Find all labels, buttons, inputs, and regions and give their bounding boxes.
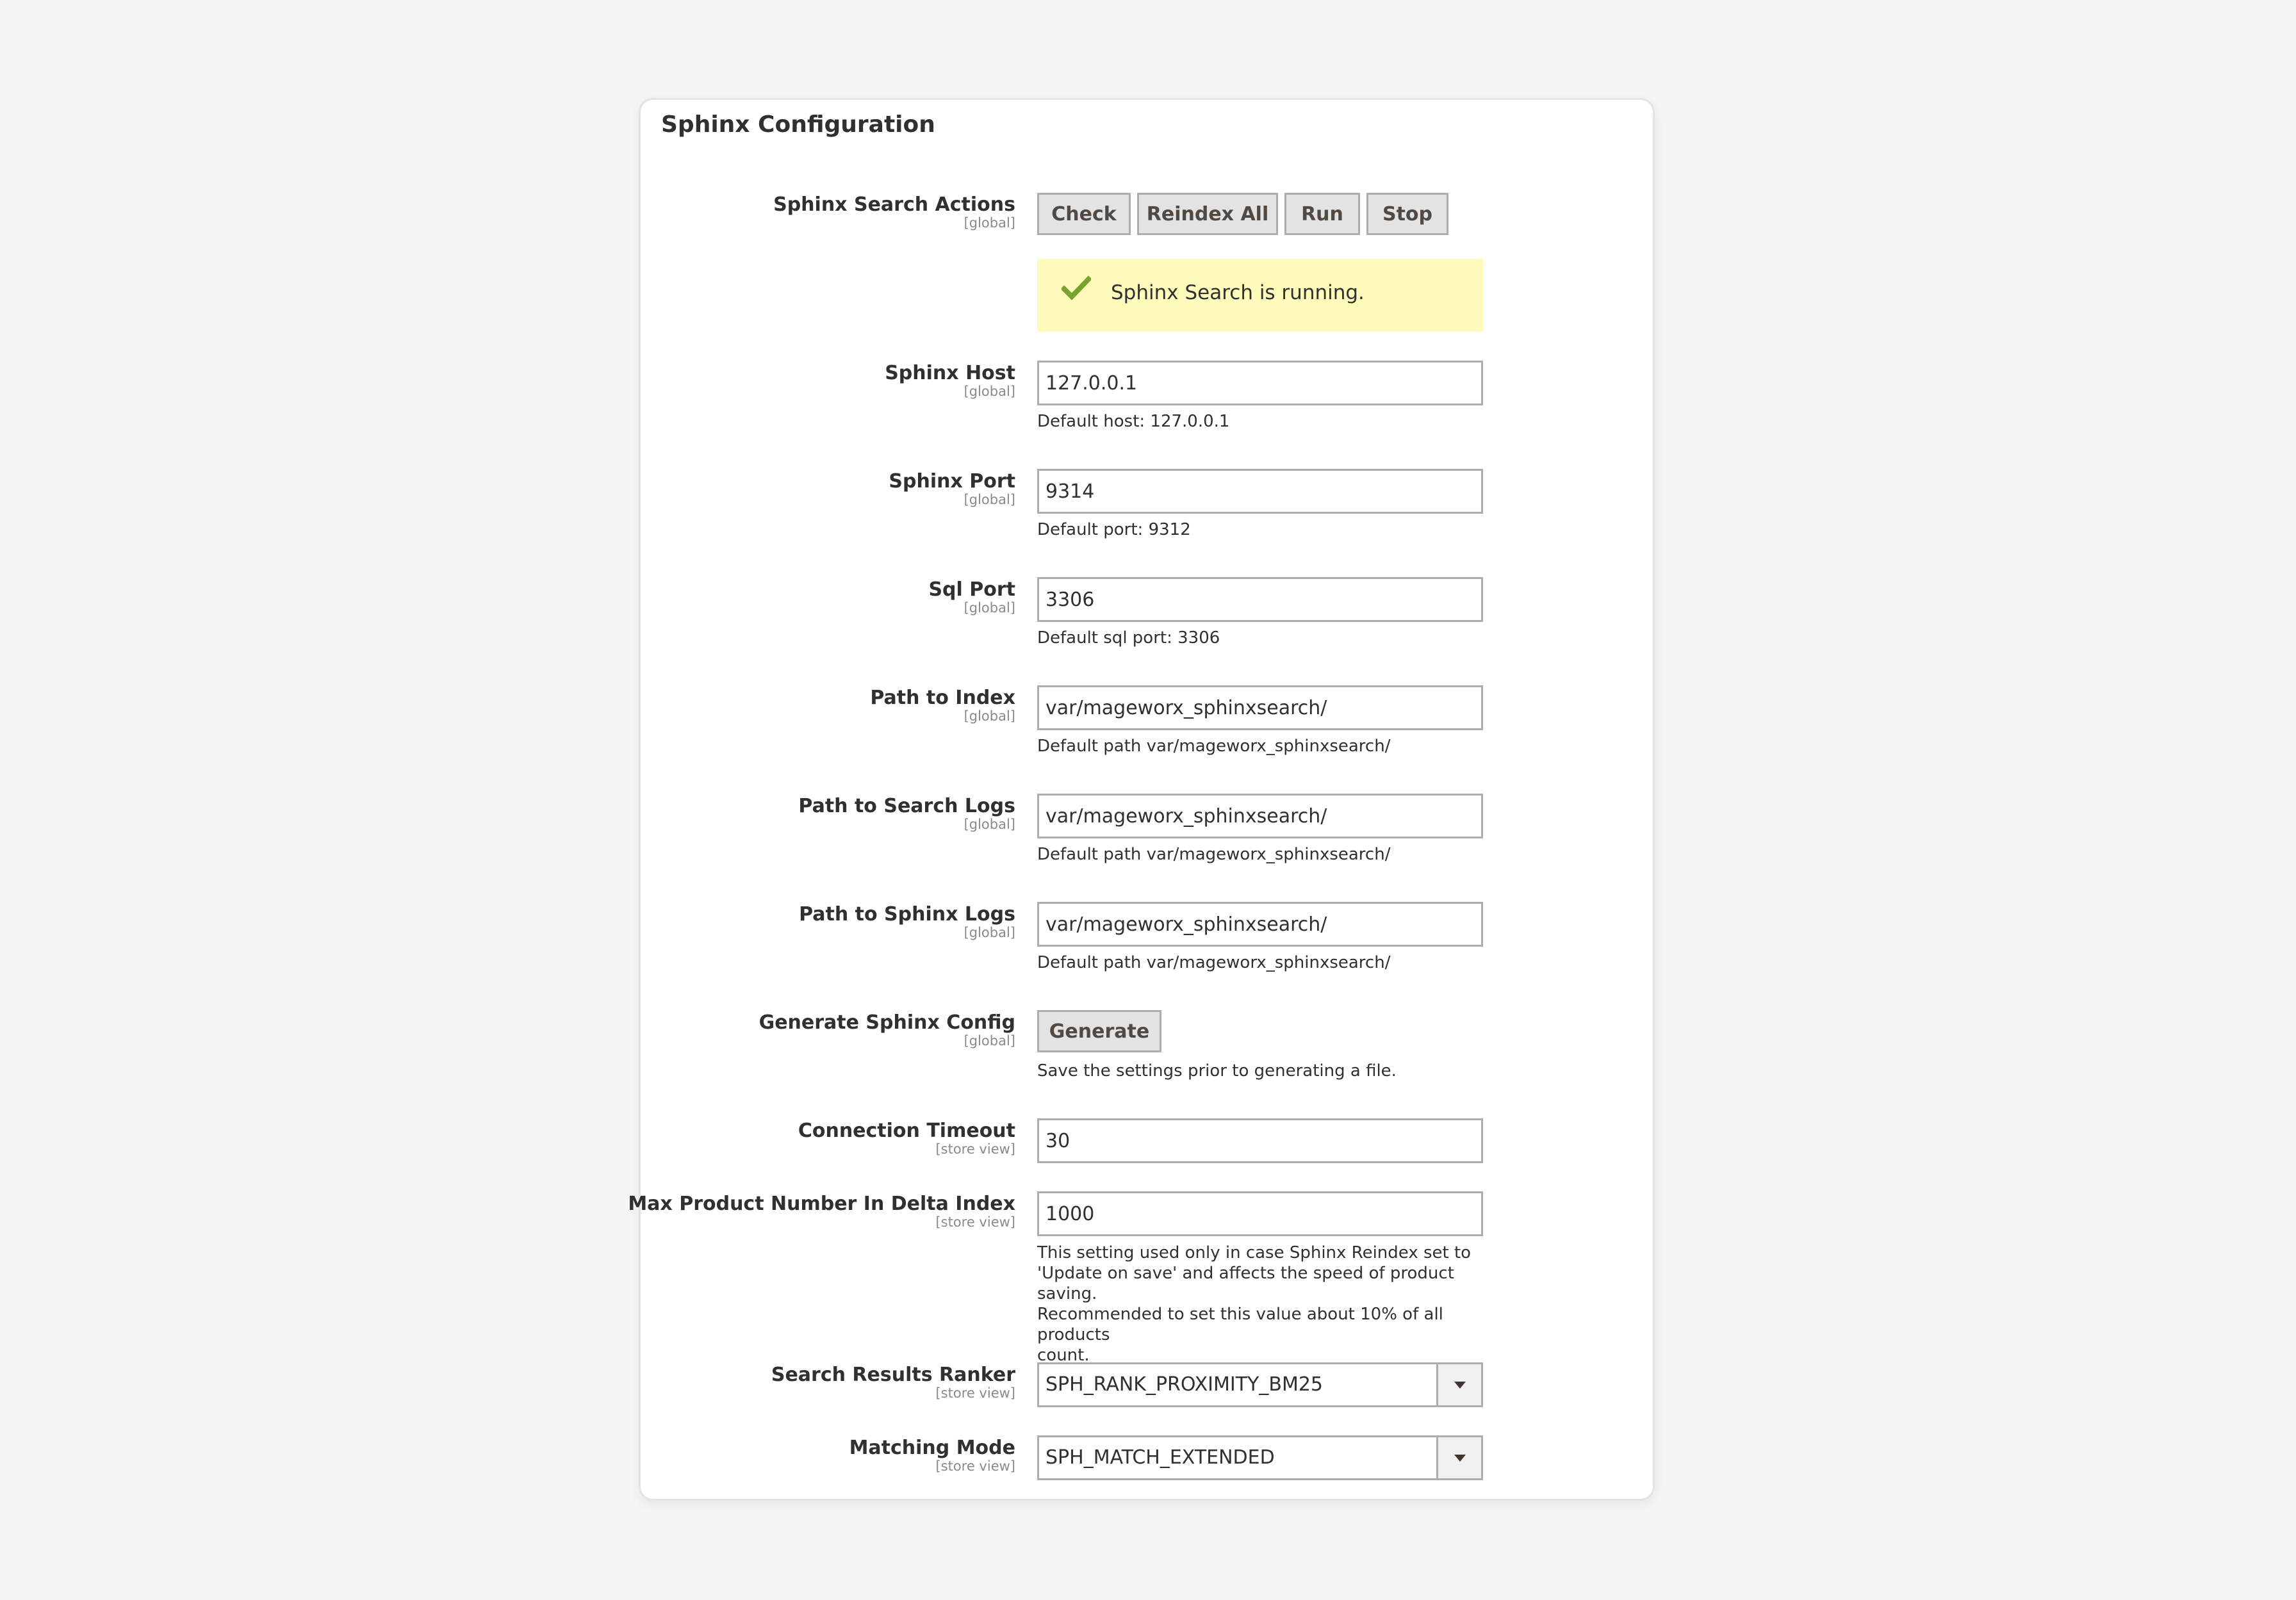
index-path-label: Path to Index [global] bbox=[870, 687, 1015, 724]
stop-button[interactable]: Stop bbox=[1366, 193, 1448, 235]
reindex-all-button[interactable]: Reindex All bbox=[1137, 193, 1278, 235]
status-message: Sphinx Search is running. bbox=[1037, 259, 1483, 332]
timeout-scope: [store view] bbox=[935, 1141, 1015, 1157]
index-path-scope: [global] bbox=[964, 708, 1015, 724]
generate-note: Save the settings prior to generating a … bbox=[1037, 1061, 1397, 1081]
matching-label: Matching Mode [store view] bbox=[849, 1437, 1015, 1474]
sphinx-logs-label-text: Path to Sphinx Logs bbox=[799, 903, 1015, 926]
sql-port-scope: [global] bbox=[964, 600, 1015, 616]
sphinx-logs-scope: [global] bbox=[964, 925, 1015, 940]
sql-port-label: Sql Port [global] bbox=[928, 578, 1015, 616]
host-label: Sphinx Host [global] bbox=[885, 362, 1015, 399]
delta-note-line: Recommended to set this value about 10% … bbox=[1037, 1305, 1443, 1344]
port-label: Sphinx Port [global] bbox=[889, 471, 1015, 507]
matching-selected-value: SPH_MATCH_EXTENDED bbox=[1046, 1446, 1275, 1469]
index-path-label-text: Path to Index bbox=[870, 687, 1015, 709]
port-note: Default port: 9312 bbox=[1037, 520, 1191, 539]
host-note: Default host: 127.0.0.1 bbox=[1037, 412, 1230, 431]
index-path-input[interactable] bbox=[1037, 685, 1483, 730]
actions-label-text: Sphinx Search Actions bbox=[773, 193, 1015, 216]
matching-label-text: Matching Mode bbox=[849, 1437, 1015, 1459]
generate-label-text: Generate Sphinx Config bbox=[758, 1011, 1015, 1034]
timeout-label-text: Connection Timeout bbox=[798, 1120, 1015, 1142]
delta-index-input[interactable] bbox=[1037, 1191, 1483, 1236]
connection-timeout-input[interactable] bbox=[1037, 1118, 1483, 1163]
checkmark-icon bbox=[1062, 275, 1091, 300]
ranker-dropdown-button[interactable] bbox=[1436, 1364, 1481, 1405]
ranker-label: Search Results Ranker [store view] bbox=[771, 1364, 1015, 1401]
run-button[interactable]: Run bbox=[1284, 193, 1360, 235]
sphinx-logs-input[interactable] bbox=[1037, 902, 1483, 947]
matching-mode-select[interactable]: SPH_MATCH_EXTENDED bbox=[1037, 1435, 1483, 1480]
check-button[interactable]: Check bbox=[1037, 193, 1131, 235]
sphinx-logs-note: Default path var/mageworx_sphinxsearch/ bbox=[1037, 953, 1391, 972]
sql-port-label-text: Sql Port bbox=[928, 578, 1015, 601]
chevron-down-icon bbox=[1454, 1455, 1466, 1462]
sphinx-logs-label: Path to Sphinx Logs [global] bbox=[799, 904, 1015, 940]
search-logs-scope: [global] bbox=[964, 817, 1015, 832]
port-label-text: Sphinx Port bbox=[889, 470, 1015, 493]
sphinx-port-input[interactable] bbox=[1037, 469, 1483, 514]
search-logs-label: Path to Search Logs [global] bbox=[798, 795, 1015, 832]
index-path-note: Default path var/mageworx_sphinxsearch/ bbox=[1037, 737, 1391, 756]
delta-scope: [store view] bbox=[935, 1214, 1015, 1230]
matching-dropdown-button[interactable] bbox=[1436, 1437, 1481, 1478]
ranker-selected-value: SPH_RANK_PROXIMITY_BM25 bbox=[1046, 1373, 1324, 1396]
sql-port-input[interactable] bbox=[1037, 577, 1483, 622]
generate-label: Generate Sphinx Config [global] bbox=[758, 1011, 1015, 1049]
host-label-text: Sphinx Host bbox=[885, 362, 1015, 384]
section-title: Sphinx Configuration bbox=[661, 111, 935, 138]
chevron-down-icon bbox=[1454, 1382, 1466, 1389]
sphinx-configuration-panel: Sphinx Configuration Sphinx Search Actio… bbox=[628, 98, 1655, 1501]
timeout-label: Connection Timeout [store view] bbox=[798, 1120, 1015, 1157]
host-scope: [global] bbox=[964, 384, 1015, 399]
status-text: Sphinx Search is running. bbox=[1111, 281, 1365, 304]
port-scope: [global] bbox=[964, 492, 1015, 507]
search-logs-note: Default path var/mageworx_sphinxsearch/ bbox=[1037, 845, 1391, 864]
actions-label: Sphinx Search Actions [global] bbox=[773, 193, 1015, 231]
sphinx-host-input[interactable] bbox=[1037, 361, 1483, 405]
sql-port-note: Default sql port: 3306 bbox=[1037, 628, 1220, 648]
delta-note-line: 'Update on save' and affects the speed o… bbox=[1037, 1264, 1454, 1303]
search-logs-input[interactable] bbox=[1037, 794, 1483, 838]
delta-note-line: This setting used only in case Sphinx Re… bbox=[1037, 1243, 1472, 1262]
delta-label: Max Product Number In Delta Index [store… bbox=[628, 1193, 1015, 1230]
ranker-label-text: Search Results Ranker bbox=[771, 1364, 1015, 1386]
matching-scope: [store view] bbox=[935, 1458, 1015, 1474]
delta-note: This setting used only in case Sphinx Re… bbox=[1037, 1243, 1483, 1366]
ranker-select[interactable]: SPH_RANK_PROXIMITY_BM25 bbox=[1037, 1362, 1483, 1407]
generate-button[interactable]: Generate bbox=[1037, 1010, 1161, 1052]
search-logs-label-text: Path to Search Logs bbox=[798, 795, 1015, 817]
generate-scope: [global] bbox=[964, 1033, 1015, 1049]
actions-scope: [global] bbox=[964, 215, 1015, 231]
ranker-scope: [store view] bbox=[935, 1385, 1015, 1401]
delta-label-text: Max Product Number In Delta Index bbox=[628, 1193, 1015, 1215]
